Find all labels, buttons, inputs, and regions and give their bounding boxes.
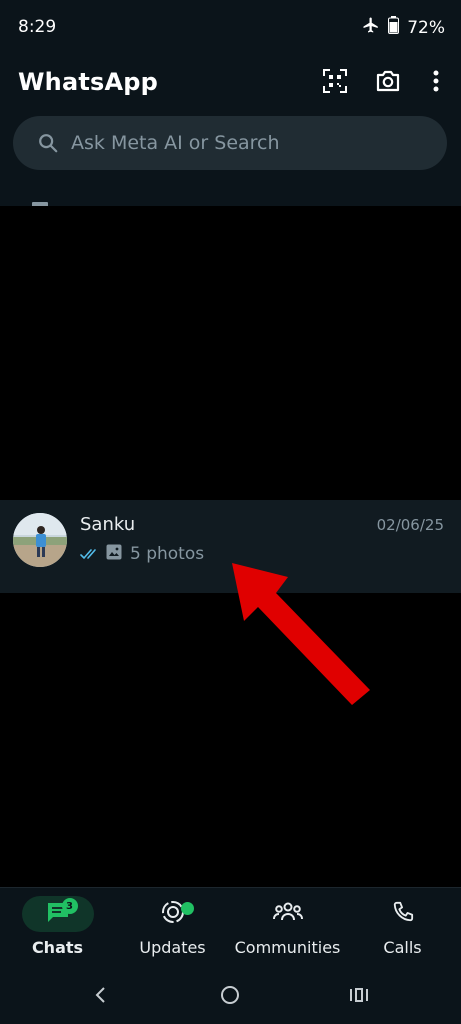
home-icon — [219, 984, 241, 1010]
recents-button[interactable] — [347, 985, 371, 1009]
red-arrow-annotation — [232, 563, 370, 705]
battery-icon — [388, 16, 400, 39]
qr-scanner-icon — [322, 68, 348, 98]
camera-icon — [375, 69, 401, 97]
tab-communities[interactable]: Communities — [230, 888, 345, 968]
photo-icon — [106, 544, 122, 564]
status-indicators: 72% — [362, 16, 445, 39]
updates-new-dot — [180, 902, 194, 915]
chats-tab-indicator: 3 — [21, 896, 94, 932]
app-header: WhatsApp Ask Meta AI or Search — [0, 56, 461, 206]
whatsapp-screen: 8:29 72% WhatsApp Ask Meta AI or Search … — [0, 0, 461, 1024]
updates-tab-indicator — [137, 896, 209, 932]
tab-updates-label: Updates — [139, 938, 206, 957]
search-icon — [37, 131, 61, 155]
chats-unread-badge: 3 — [61, 898, 78, 914]
tab-chats-label: Chats — [31, 938, 84, 957]
tab-communities-label: Communities — [234, 938, 341, 957]
more-options-icon — [433, 70, 439, 96]
communities-tab-indicator — [252, 896, 324, 932]
app-title: WhatsApp — [18, 68, 159, 96]
status-time: 8:29 — [18, 17, 57, 37]
chat-contact-name: Sanku — [80, 514, 136, 535]
archived-icon — [32, 202, 48, 206]
home-button[interactable] — [218, 985, 242, 1009]
avatar[interactable] — [13, 513, 67, 567]
tab-chats[interactable]: 3 Chats — [0, 888, 115, 968]
double-check-read-icon — [80, 545, 100, 564]
qr-scanner-button[interactable] — [318, 66, 352, 100]
communities-icon — [272, 901, 303, 927]
search-placeholder: Ask Meta AI or Search — [71, 132, 280, 154]
back-icon — [94, 986, 108, 1008]
more-options-button[interactable] — [419, 66, 453, 100]
chat-preview: 5 photos — [80, 544, 204, 564]
system-navigation-bar — [0, 967, 461, 1024]
battery-percent: 72% — [407, 17, 445, 38]
camera-button[interactable] — [371, 66, 405, 100]
calls-icon — [392, 901, 414, 927]
chat-timestamp: 02/06/25 — [376, 516, 444, 534]
tab-updates[interactable]: Updates — [115, 888, 230, 968]
tab-calls-label: Calls — [383, 938, 422, 957]
chat-preview-text: 5 photos — [130, 544, 205, 564]
bottom-navigation: 3 Chats Updates Communities Calls — [0, 887, 461, 967]
back-button[interactable] — [89, 985, 113, 1009]
status-bar: 8:29 72% — [0, 0, 461, 56]
tab-calls[interactable]: Calls — [345, 888, 460, 968]
airplane-mode-icon — [362, 16, 380, 39]
calls-tab-indicator — [367, 896, 439, 932]
search-bar[interactable]: Ask Meta AI or Search — [13, 116, 447, 170]
recents-icon — [348, 986, 370, 1008]
